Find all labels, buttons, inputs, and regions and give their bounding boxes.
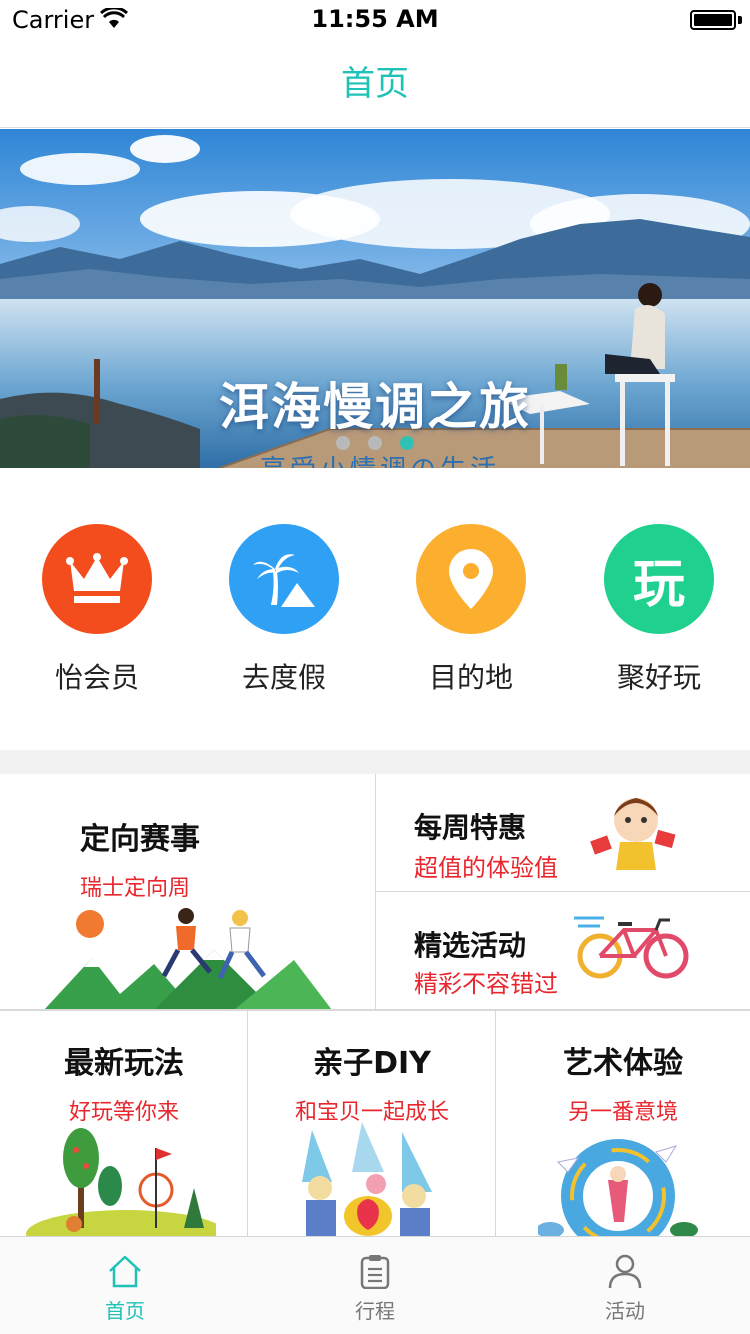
park-illustration: [26, 1128, 216, 1236]
carousel-dot-active[interactable]: [400, 436, 414, 450]
quick-label: 目的地: [428, 661, 513, 694]
quick-label: 聚好玩: [616, 661, 701, 694]
quick-item-vacation[interactable]: 去度假: [209, 524, 359, 696]
feature-title: 亲子DIY: [313, 1046, 431, 1081]
carousel-indicator[interactable]: [336, 436, 414, 450]
home-icon: [109, 1255, 141, 1288]
tab-activities[interactable]: 活动: [500, 1237, 750, 1334]
banner-subtitle: 享受小情调の生活: [0, 449, 750, 468]
navigation-bar: 首页: [0, 40, 750, 128]
person-icon: [608, 1254, 642, 1289]
feature-card-parent-child-diy[interactable]: 亲子DIY 和宝贝一起成长: [248, 1010, 496, 1236]
play-char-glyph: 玩: [632, 554, 685, 615]
location-pin-icon: [416, 524, 526, 634]
play-char-icon: 玩: [604, 524, 714, 634]
section-divider: [0, 750, 750, 774]
battery-tip: [738, 16, 742, 24]
grid-divider: [0, 1010, 750, 1011]
carousel-dot[interactable]: [336, 436, 350, 450]
crafts-illustration: [302, 1122, 432, 1236]
tab-label: 首页: [105, 1299, 145, 1323]
feature-subtitle: 瑞士定向周: [80, 876, 191, 901]
crown-icon: [42, 524, 152, 634]
art-ring-illustration: [538, 1139, 698, 1236]
feature-card-new-ways[interactable]: 最新玩法 好玩等你来: [0, 1010, 248, 1236]
banner-carousel[interactable]: 洱海慢调之旅 享受小情调の生活: [0, 129, 750, 468]
tab-home[interactable]: 首页: [0, 1237, 250, 1334]
feature-subtitle: 精彩不容错过: [414, 970, 558, 998]
tab-itinerary[interactable]: 行程: [250, 1237, 500, 1334]
feature-card-featured-activities[interactable]: 精选活动 精彩不容错过: [376, 892, 750, 1010]
runners-illustration: [44, 908, 332, 1009]
feature-title: 每周特惠: [414, 811, 527, 844]
status-time: 11:55 AM: [311, 5, 439, 33]
quick-item-destination[interactable]: 目的地: [396, 524, 546, 696]
palm-tree-icon: [229, 524, 339, 634]
carousel-dot[interactable]: [368, 436, 382, 450]
page-title: 首页: [341, 64, 409, 104]
feature-subtitle: 好玩等你来: [68, 1100, 179, 1125]
quick-item-fun[interactable]: 玩 聚好玩: [584, 524, 734, 696]
banner-title: 洱海慢调之旅: [219, 377, 531, 436]
tab-bar: 首页 行程 活动: [0, 1236, 750, 1334]
quick-item-membership[interactable]: 怡会员: [22, 524, 172, 696]
quick-label: 怡会员: [54, 661, 139, 694]
feature-card-orienteering[interactable]: 定向赛事 瑞士定向周: [0, 774, 376, 1010]
quick-menu: 怡会员 去度假 目的地 玩 聚好玩: [0, 468, 750, 750]
battery-icon: [690, 10, 736, 30]
feature-grid: 定向赛事 瑞士定向周 每周特惠 超值的体验值 精选活动 精彩不容错过 最新玩法 …: [0, 774, 750, 1236]
feature-card-art-experience[interactable]: 艺术体验 另一番意境: [496, 1010, 750, 1236]
feature-title: 艺术体验: [563, 1046, 683, 1081]
tab-label: 活动: [605, 1299, 645, 1323]
bicycle-illustration: [574, 916, 689, 979]
feature-subtitle: 超值的体验值: [414, 854, 558, 882]
status-bar: Carrier 11:55 AM: [0, 0, 750, 40]
quick-label: 去度假: [241, 661, 326, 694]
feature-title: 定向赛事: [80, 822, 200, 857]
feature-title: 精选活动: [414, 929, 527, 962]
feature-card-weekly-deals[interactable]: 每周特惠 超值的体验值: [376, 774, 750, 892]
feature-title: 最新玩法: [64, 1046, 184, 1081]
girl-with-envelopes-illustration: [590, 798, 676, 870]
clipboard-icon: [360, 1255, 390, 1289]
tab-label: 行程: [355, 1299, 395, 1323]
